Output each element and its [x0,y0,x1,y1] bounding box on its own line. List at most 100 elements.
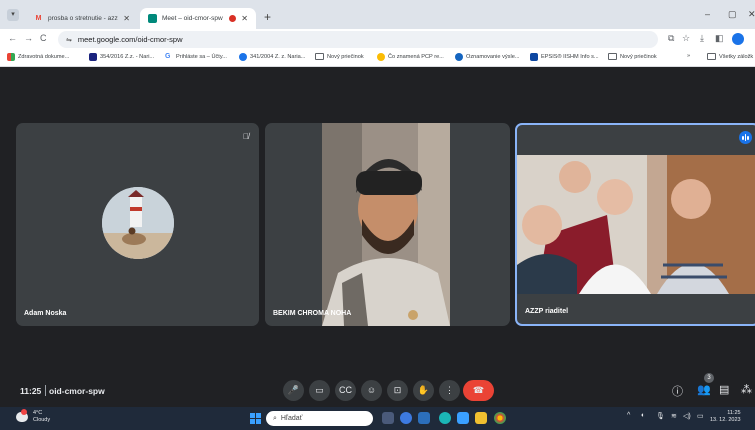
store-icon[interactable] [457,412,469,424]
search-placeholder: Hľadať [280,415,303,422]
system-clock[interactable]: 11:25 13. 12. 2023 [710,410,741,424]
gmail-icon: M [35,15,42,22]
clock-time: 11:25 [727,410,741,416]
divider [45,385,46,396]
bookmark-item[interactable]: EPSIS® IISHM Info s... [530,53,599,61]
bookmark-label: Čo znamená PCP re... [388,54,444,60]
folder-icon [707,53,716,60]
weather-alert-badge [21,409,27,415]
cast-icon[interactable]: ⧉ [668,33,674,44]
reload-icon[interactable]: C [40,33,47,43]
camera-button[interactable]: ▭ [309,380,330,401]
bookmark-item[interactable]: 341/2004 Z. z. Naria... [239,53,305,61]
speaking-indicator-icon [739,131,752,144]
meeting-info-icon[interactable]: ⓘ [672,383,683,399]
bookmark-label: Nový priečinok [620,53,657,60]
close-tab-icon[interactable]: ✕ [123,14,130,23]
tab-search-icon[interactable]: ▾ [7,9,19,21]
restore-button[interactable]: ▢ [728,9,737,20]
bookmark-item[interactable]: Zdravotná dokume... [7,53,69,61]
download-icon[interactable]: ⤓ [700,33,704,44]
forward-icon[interactable]: → [24,33,33,43]
bookmark-favicon-icon [239,53,247,61]
site-info-icon[interactable]: ⇋ [66,36,72,44]
weather-widget[interactable]: 4°C Cloudy [33,410,50,424]
file-explorer-icon[interactable] [475,412,487,424]
battery-icon[interactable]: ▭ [697,412,704,420]
bookmarks-bar: Zdravotná dokume... 354/2016 Z.z. - Nari… [0,50,755,67]
widgets-icon[interactable] [418,412,430,424]
bookmark-star-icon[interactable]: ☆ [682,33,690,44]
tab-title: Meet – oid-cmor-spw [162,15,223,22]
task-view-icon[interactable] [382,412,394,424]
tab-title: prosba o stretnutie - azzpriadit... [48,15,118,22]
tab-meet[interactable]: Meet – oid-cmor-spw ✕ [140,8,256,29]
bookmark-label: 354/2016 Z.z. - Nari... [100,54,155,60]
participant-video [322,123,450,326]
chat-icon[interactable]: ▤ [719,383,729,396]
all-bookmarks-folder[interactable]: Všetky záložk [707,53,753,60]
browser-tab-bar: ▾ M prosba o stretnutie - azzpriadit... … [0,0,755,29]
more-bookmarks-icon[interactable]: » [687,53,690,59]
back-icon[interactable]: ← [8,33,17,43]
people-icon[interactable]: 👥 [697,383,711,396]
mic-tray-icon[interactable]: 🎙 [656,412,665,420]
participant-tile[interactable]: BEKIM CHROMA NOHA [265,123,510,326]
bookmark-label: Oznamovanie výsle... [466,54,520,60]
volume-icon[interactable]: ◁) [683,412,691,420]
meet-icon [148,14,157,23]
minimize-button[interactable]: – [705,9,710,19]
avatar [102,187,174,259]
bookmark-item[interactable]: Oznamovanie výsle... [455,53,519,61]
url-text: meet.google.com/oid-cmor-spw [77,35,183,44]
bookmark-folder[interactable]: Nový priečinok [315,53,364,60]
show-hidden-icons[interactable]: ^ [627,412,630,419]
folder-icon [315,53,324,60]
bookmark-label: Zdravotná dokume... [18,54,70,60]
microphone-button[interactable]: 🎤 [283,380,304,401]
chat-app-icon[interactable] [400,412,412,424]
weather-text: Cloudy [33,417,51,423]
bookmark-item[interactable]: G Prihláste sa – Účty... [165,53,227,61]
participant-tile[interactable]: 🎙̸ Adam Noska [16,123,259,326]
new-tab-button[interactable]: + [264,10,271,24]
bookmark-label: EPSIS® IISHM Info s... [541,54,599,60]
meeting-code: oid-cmor-spw [49,386,105,396]
chrome-icon[interactable] [494,412,506,424]
bookmark-favicon-icon [530,53,538,61]
meeting-clock: 11:25 [20,386,42,396]
start-menu-icon[interactable] [250,413,261,424]
captions-button[interactable]: CC [335,380,356,401]
activities-icon[interactable]: ⁂ [741,383,752,396]
address-bar[interactable]: ⇋ meet.google.com/oid-cmor-spw [58,31,658,48]
taskbar-search[interactable]: ⌕ Hľadať [266,411,373,426]
participant-tile-active[interactable]: AZZP riaditel [515,123,755,326]
windows-taskbar: 4°C Cloudy ⌕ Hľadať ^ ◐ 🎙 ≋ ◁) ▭ 11:25 1… [0,407,755,430]
emoji-button[interactable]: ☺ [361,380,382,401]
people-count-badge: 3 [704,373,714,383]
profile-avatar[interactable] [732,33,744,45]
leave-call-button[interactable]: ☎ [463,380,494,401]
bookmark-folder[interactable]: Nový priečinok [608,53,657,60]
bookmark-label: Nový priečinok [327,53,364,60]
wifi-icon[interactable]: ≋ [671,412,677,420]
bookmark-label: Všetky záložk [719,53,754,60]
edge-browser-icon[interactable] [439,412,451,424]
bookmark-favicon-icon [7,53,15,61]
side-panel-icon[interactable]: ◧ [715,33,724,44]
close-tab-icon[interactable]: ✕ [241,14,248,23]
recording-indicator-icon [229,15,237,22]
bookmark-favicon-icon [455,53,463,61]
tab-gmail[interactable]: M prosba o stretnutie - azzpriadit... ✕ [26,8,138,29]
temperature-text: 4°C [33,410,43,416]
present-screen-button[interactable]: ⊡ [387,380,408,401]
raise-hand-button[interactable]: ✋ [413,380,434,401]
meet-stage: 🎙̸ Adam Noska BEKIM CHROMA NOHA AZZP ria… [0,67,755,407]
tray-app-icon[interactable]: ◐ [641,412,645,419]
bookmark-item[interactable]: Čo znamená PCP re... [377,53,444,61]
bookmark-item[interactable]: 354/2016 Z.z. - Nari... [89,53,154,61]
participant-video [517,155,755,294]
more-options-button[interactable]: ⋮ [439,380,460,401]
close-window-button[interactable]: ✕ [748,9,755,20]
bookmark-label: 341/2004 Z. z. Naria... [250,54,306,60]
